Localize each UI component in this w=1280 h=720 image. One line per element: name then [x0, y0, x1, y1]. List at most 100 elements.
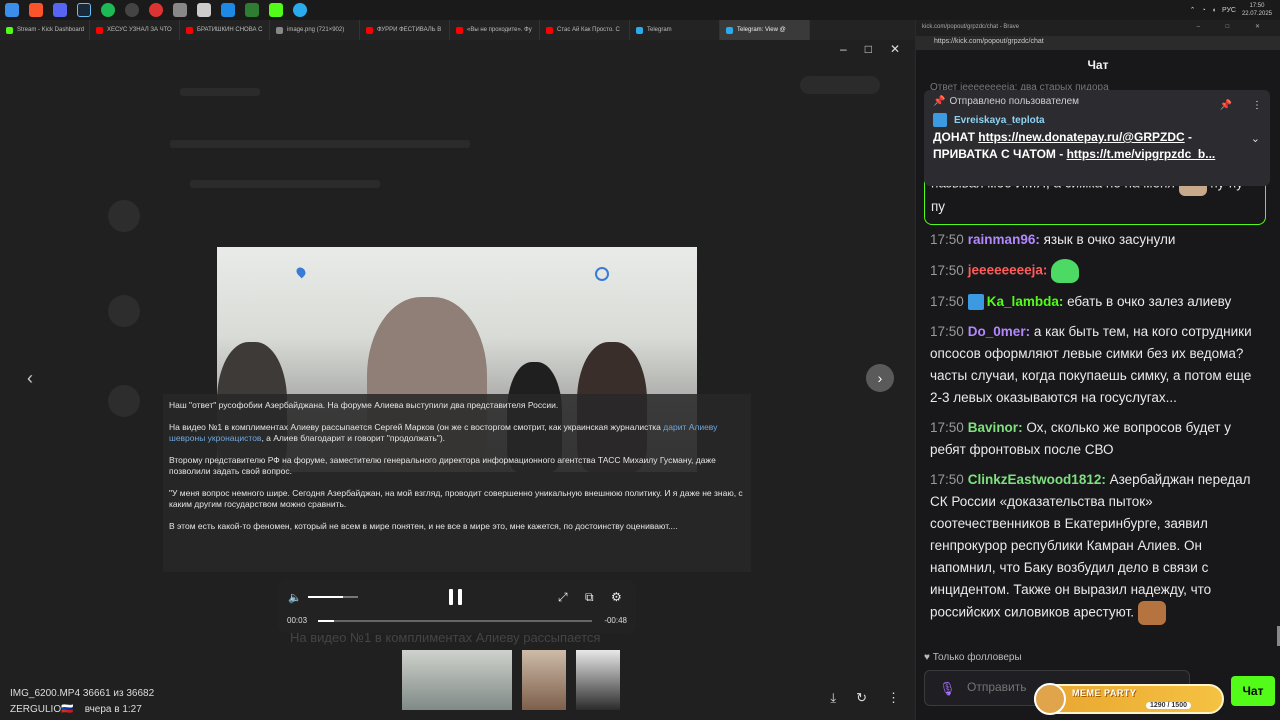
message-username[interactable]: Bavinor: [968, 420, 1018, 435]
message-time: 17:50: [930, 232, 964, 247]
settings-gear-icon[interactable]: ⚙: [611, 590, 622, 604]
clock[interactable]: 17:50 22.07.2025: [1242, 2, 1272, 18]
address-bar[interactable]: https://kick.com/popout/grpzdc/chat: [916, 36, 1280, 50]
chat-message[interactable]: 17:50 Bavinor: Ох, сколько же вопросов бу…: [916, 413, 1274, 465]
previous-arrow-icon[interactable]: ‹: [27, 368, 33, 389]
browser-tab[interactable]: ХЕСУС УЗНАЛ ЗА ЧТО: [90, 20, 180, 40]
volume-slider[interactable]: [308, 596, 358, 598]
browser-tab[interactable]: ФУРРИ ФЕСТИВАЛЬ В: [360, 20, 450, 40]
language-indicator[interactable]: РУС: [1222, 7, 1236, 14]
pause-button[interactable]: [449, 589, 463, 605]
browser-tab[interactable]: Стас Ай Как Просто. С: [540, 20, 630, 40]
tab-favicon-icon: [366, 26, 373, 34]
volume-icon[interactable]: ◖: [1212, 7, 1216, 14]
app-icon[interactable]: [221, 3, 235, 17]
obs-icon[interactable]: [125, 3, 139, 17]
thumbnail[interactable]: [522, 650, 566, 710]
message-username[interactable]: Do_0mer: [968, 324, 1026, 339]
close-icon[interactable]: ✕: [890, 42, 900, 56]
download-icon[interactable]: ⤓: [830, 690, 836, 706]
meme-party-title: MEME PARTY: [1072, 688, 1137, 698]
chat-message[interactable]: 17:50 Ka_lambda: ебать в очко залез алиев…: [916, 287, 1274, 317]
browser-tab[interactable]: Telegram: View @: [720, 20, 810, 40]
time-remaining: -00:48: [604, 616, 627, 625]
message-username[interactable]: jeeeeeeeeja: [968, 263, 1043, 278]
app-icon[interactable]: [197, 3, 211, 17]
browser-tab[interactable]: Stream - Kick Dashboard: [0, 20, 90, 40]
window-title: kick.com/popout/grpzdc/chat - Brave: [922, 24, 1020, 30]
browser-tab-strip: Stream - Kick Dashboard ХЕСУС УЗНАЛ ЗА ЧТ…: [0, 20, 915, 40]
chrome-icon[interactable]: [149, 3, 163, 17]
pinned-user[interactable]: Evreiskaya_teplota: [933, 113, 1261, 127]
doge-icon: [1034, 683, 1066, 715]
microphone-icon[interactable]: 🎙: [939, 681, 956, 697]
discord-icon[interactable]: [53, 3, 67, 17]
post-time: вчера в 1:27: [84, 704, 142, 715]
chat-window-titlebar: kick.com/popout/grpzdc/chat - Brave – □ …: [916, 20, 1280, 36]
caption-link[interactable]: дарит Алиеву шевроны укронацистов: [169, 422, 717, 443]
windows-start-icon[interactable]: [5, 3, 19, 17]
browser-tab[interactable]: image.png (721×902): [270, 20, 360, 40]
fullscreen-icon[interactable]: ⤢: [558, 590, 568, 605]
avatar: [108, 200, 140, 232]
tab-favicon-icon: [6, 26, 13, 34]
tab-label: «Вы не проходите». Фу: [467, 27, 532, 33]
pinned-header: 📌 Отправлено пользователем: [933, 96, 1261, 107]
send-chat-button[interactable]: Чат: [1231, 676, 1275, 706]
user-badge-icon: [967, 294, 984, 311]
chevron-down-icon[interactable]: ⌄: [1251, 132, 1260, 145]
telegram-icon[interactable]: [293, 3, 307, 17]
donate-link[interactable]: https://new.donatepay.ru/@GRPZDC: [978, 130, 1184, 144]
chat-message[interactable]: 17:50 rainman96: язык в очко засунули: [916, 225, 1274, 255]
browser-tab[interactable]: «Вы не проходите». Фу: [450, 20, 540, 40]
message-colon: :: [1042, 262, 1052, 278]
pinned-text: ДОНАТ: [933, 130, 979, 144]
tab-label: Telegram: [647, 27, 672, 33]
chevron-up-icon[interactable]: ⌃: [1190, 6, 1196, 14]
thumbnail[interactable]: [576, 650, 620, 710]
window-controls[interactable]: – □ ✕: [1197, 23, 1272, 30]
kick-icon[interactable]: [269, 3, 283, 17]
minimize-icon[interactable]: –: [840, 42, 847, 56]
maximize-icon[interactable]: □: [865, 42, 872, 56]
clock-date: 22.07.2025: [1241, 11, 1272, 17]
spotify-icon[interactable]: [101, 3, 115, 17]
wifi-icon[interactable]: ◔: [1201, 7, 1205, 14]
chat-message[interactable]: 17:50 Do_0mer: а как быть тем, на кого со…: [916, 317, 1274, 413]
message-username[interactable]: Ka_lambda: [987, 294, 1059, 309]
app-icon[interactable]: [245, 3, 259, 17]
browser-tab[interactable]: Telegram: [630, 20, 720, 40]
tab-label: Telegram: View @: [737, 27, 786, 33]
thumbnail[interactable]: [402, 650, 512, 710]
message-username[interactable]: rainman96: [968, 232, 1036, 247]
tab-favicon-icon: [636, 26, 643, 34]
caption-paragraph: Наш "ответ" русофобии Азербайджана. На ф…: [169, 400, 559, 410]
picture-in-picture-icon[interactable]: ⧉: [585, 590, 594, 605]
chat-message[interactable]: 17:50 jeeeeeeeeja:: [916, 255, 1274, 287]
browser-tab[interactable]: БРАТИШКИН СНОВА С: [180, 20, 270, 40]
chat-message[interactable]: 17:50 ClinkzEastwood1812: Азербайджан пер…: [916, 465, 1274, 629]
kick-chat-window: kick.com/popout/grpzdc/chat - Brave – □ …: [915, 20, 1280, 720]
app-icon[interactable]: [173, 3, 187, 17]
steam-icon[interactable]: [77, 3, 91, 17]
seek-bar[interactable]: [318, 620, 592, 622]
message-ghost: [190, 180, 380, 188]
brave-icon[interactable]: [29, 3, 43, 17]
more-options-icon[interactable]: ⋮: [887, 690, 900, 706]
next-arrow-button[interactable]: ›: [866, 364, 894, 392]
viewer-window-controls: – □ ✕: [840, 42, 900, 56]
tab-label: ФУРРИ ФЕСТИВАЛЬ В: [377, 27, 442, 33]
pinned-message[interactable]: 📌 Отправлено пользователем 📌 ⋮ Evreiskay…: [924, 90, 1270, 186]
taskbar: ⌃ ◔ ◖ РУС 17:50 22.07.2025: [0, 0, 1280, 20]
rotate-icon[interactable]: ↻: [856, 690, 867, 706]
tab-label: БРАТИШКИН СНОВА С: [197, 27, 263, 33]
message-username[interactable]: ClinkzEastwood1812: [968, 472, 1102, 487]
clock-time: 17:50: [1249, 3, 1265, 9]
telegram-link[interactable]: https://t.me/vipgrpzdc_b...: [1067, 147, 1216, 161]
author-name[interactable]: ZERGULIO🇷🇺: [10, 704, 74, 715]
message-colon: :: [1058, 294, 1068, 309]
volume-icon[interactable]: 🔈: [288, 591, 302, 604]
pin-toggle-icon[interactable]: 📌: [1220, 100, 1232, 111]
more-options-icon[interactable]: ⋮: [1252, 100, 1262, 111]
meme-party-badge[interactable]: MEME PARTY 1290 / 1500: [1034, 683, 1224, 715]
